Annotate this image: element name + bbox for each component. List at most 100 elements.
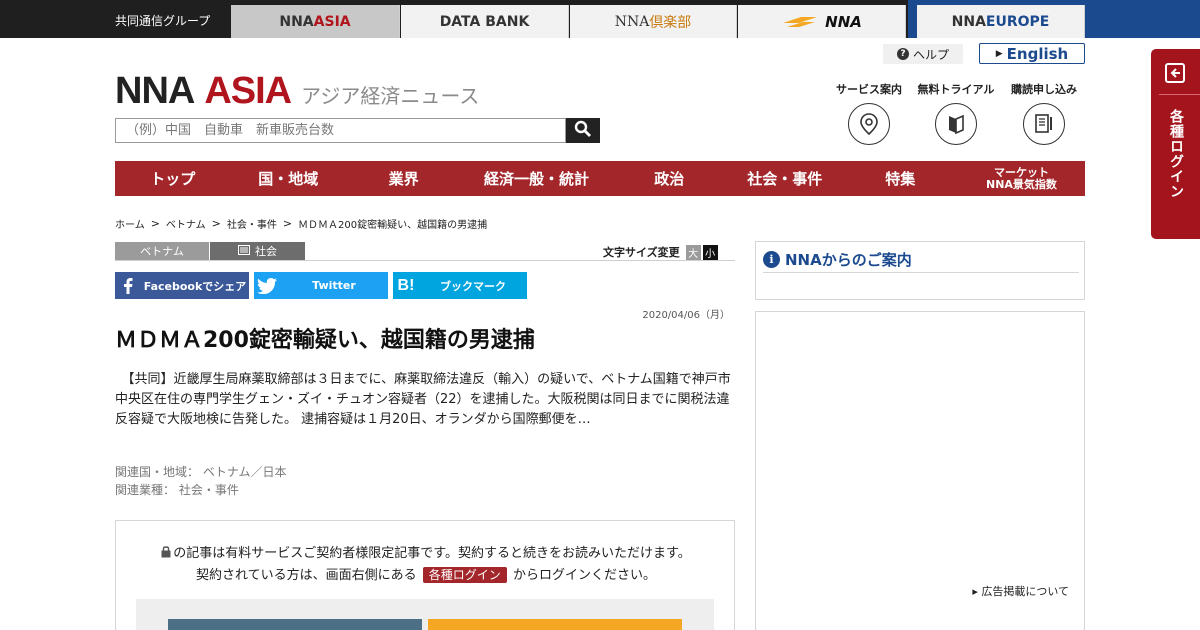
nav-item-top[interactable]: トップ bbox=[115, 161, 230, 196]
login-icon bbox=[1163, 61, 1187, 89]
nav-market-line1: マーケット bbox=[993, 165, 1049, 179]
related-info: 関連国・地域： ベトナム／日本 関連業種： 社会・事件 bbox=[115, 463, 286, 499]
nav-item-politics[interactable]: 政治 bbox=[612, 161, 727, 196]
related-industry: 関連業種： 社会・事件 bbox=[115, 483, 239, 497]
lock-icon bbox=[161, 544, 171, 565]
info-box-title: i NNAからのご案内 bbox=[763, 249, 912, 270]
tab-data-bank[interactable]: DATA BANK bbox=[401, 5, 569, 38]
paywall-message: の記事は有料サービスご契約者様限定記事です。契約すると続きをお読みいただけます。… bbox=[116, 543, 736, 586]
tab-nna-club[interactable]: NNA 倶楽部 bbox=[570, 5, 737, 38]
breadcrumb-category[interactable]: 社会・事件 bbox=[227, 216, 277, 231]
paywall-cta-button-1[interactable] bbox=[168, 619, 422, 630]
nav-item-features[interactable]: 特集 bbox=[842, 161, 957, 196]
paywall-text-2a: 契約されている方は、画面右側にある bbox=[196, 568, 417, 583]
divider bbox=[763, 272, 1079, 273]
paywall-line-1: の記事は有料サービスご契約者様限定記事です。契約すると続きをお読みいただけます。 bbox=[116, 543, 736, 565]
nav-item-economy[interactable]: 経済一般・統計 bbox=[461, 161, 611, 196]
ad-info-link[interactable]: ▸ 広告掲載について bbox=[972, 583, 1069, 599]
facebook-icon bbox=[115, 277, 141, 294]
subscribe-link[interactable]: 購読申し込み bbox=[994, 81, 1094, 145]
free-trial-link[interactable]: 無料トライアル bbox=[906, 81, 1006, 145]
nna-info-box: i NNAからのご案内 bbox=[755, 241, 1085, 300]
font-size-label: 文字サイズ変更 bbox=[603, 246, 680, 259]
breadcrumb-home[interactable]: ホーム bbox=[115, 216, 145, 231]
article-headline: ＭＤＭＡ200錠密輸疑い、越国籍の男逮捕 bbox=[115, 328, 535, 353]
related-region: 関連国・地域： ベトナム／日本 bbox=[115, 465, 287, 479]
logo-subtitle: アジア経済ニュース bbox=[301, 84, 480, 108]
subscribe-label: 購読申し込み bbox=[1011, 83, 1077, 96]
twitter-share-button[interactable]: Twitter bbox=[254, 272, 388, 299]
tag-country[interactable]: ベトナム bbox=[115, 242, 209, 260]
nav-item-market[interactable]: マーケット NNA景気指数 bbox=[958, 161, 1085, 196]
hatena-bookmark-button[interactable]: B! ブックマーク bbox=[393, 272, 527, 299]
nav-market-line2: NNA景気指数 bbox=[985, 177, 1057, 191]
facebook-share-label: Facebookでシェア bbox=[143, 279, 247, 293]
tab-nna-europe[interactable]: NNA EUROPE bbox=[917, 5, 1085, 38]
paywall-box: の記事は有料サービスご契約者様限定記事です。契約すると続きをお読みいただけます。… bbox=[115, 520, 735, 630]
search-bar bbox=[115, 118, 600, 143]
tab-data-bank-label: DATA BANK bbox=[439, 13, 530, 30]
font-size-small-button[interactable]: 小 bbox=[702, 244, 718, 260]
chevron-right-icon: > bbox=[282, 217, 293, 230]
article-body: 【共同】近畿厚生局麻薬取締部は３日までに、麻薬取締法違反（輸入）の疑いで、ベトナ… bbox=[115, 372, 731, 427]
hatena-b-icon: B! bbox=[397, 276, 415, 294]
font-size-large-button[interactable]: 大 bbox=[685, 244, 701, 260]
tab-nna-europe-part2: EUROPE bbox=[985, 13, 1050, 30]
breadcrumb-country[interactable]: ベトナム bbox=[166, 216, 206, 231]
tab-nna-asia-part1: NNA bbox=[279, 13, 314, 30]
hatena-bookmark-label: ブックマーク bbox=[440, 279, 506, 293]
info-box-title-text: NNAからのご案内 bbox=[785, 251, 912, 269]
tab-nna-logo[interactable]: NNA bbox=[738, 5, 906, 38]
group-label: 共同通信グループ bbox=[115, 14, 211, 28]
english-label: English bbox=[1006, 44, 1069, 63]
nav-item-region[interactable]: 国・地域 bbox=[230, 161, 345, 196]
chevron-right-icon: > bbox=[211, 217, 221, 230]
tab-nna-club-part2: 倶楽部 bbox=[649, 14, 692, 31]
chevron-right-icon: > bbox=[150, 217, 160, 230]
side-login-label: 各種ログイン bbox=[1151, 109, 1200, 205]
book-icon bbox=[935, 103, 977, 145]
newspaper-icon bbox=[238, 244, 250, 258]
search-icon bbox=[574, 120, 592, 142]
nav-item-society[interactable]: 社会・事件 bbox=[727, 161, 842, 196]
free-trial-label: 無料トライアル bbox=[917, 83, 995, 96]
service-guide-link[interactable]: サービス案内 bbox=[819, 81, 919, 145]
site-logo[interactable]: NNA ASIA アジア経済ニュース bbox=[115, 70, 479, 113]
site-group-bar: 共同通信グループ NNA ASIA DATA BANK NNA 倶楽部 NNA … bbox=[0, 0, 1200, 38]
paywall-text-2b: からログインください。 bbox=[512, 568, 656, 583]
nna-wing-icon bbox=[781, 14, 819, 30]
tab-nna-europe-part1: NNA bbox=[951, 13, 986, 30]
font-size-control: 文字サイズ変更 大 小 bbox=[603, 244, 718, 260]
info-icon: i bbox=[763, 251, 780, 268]
help-icon: ? bbox=[896, 48, 909, 60]
twitter-bird-icon bbox=[254, 277, 280, 294]
tab-nna-asia[interactable]: NNA ASIA bbox=[231, 5, 400, 38]
search-input[interactable] bbox=[115, 118, 566, 143]
paywall-text-1: の記事は有料サービスご契約者様限定記事です。契約すると続きをお読みいただけます。 bbox=[173, 546, 691, 561]
twitter-share-label: Twitter bbox=[312, 279, 356, 292]
ad-box: ▸ 広告掲載について bbox=[755, 311, 1085, 630]
main-nav: トップ 国・地域 業界 経済一般・統計 政治 社会・事件 特集 マーケット NN… bbox=[115, 161, 1085, 196]
article-date: 2020/04/06（月） bbox=[642, 310, 730, 321]
document-pen-icon bbox=[1023, 103, 1065, 145]
service-guide-label: サービス案内 bbox=[836, 83, 902, 96]
help-button[interactable]: ? ヘルプ bbox=[883, 44, 963, 64]
divider bbox=[1159, 94, 1200, 95]
side-login-tab[interactable]: 各種ログイン bbox=[1151, 49, 1200, 239]
nav-item-industry[interactable]: 業界 bbox=[346, 161, 461, 196]
help-label: ヘルプ bbox=[912, 47, 949, 62]
tab-nna-logo-label: NNA bbox=[825, 12, 862, 31]
tab-nna-asia-part2: ASIA bbox=[313, 13, 351, 30]
paywall-line-2: 契約されている方は、画面右側にある 各種ログイン からログインください。 bbox=[116, 565, 736, 586]
english-button[interactable]: ▶ English bbox=[979, 43, 1085, 64]
search-button[interactable] bbox=[566, 118, 600, 143]
paywall-cta-button-2[interactable] bbox=[428, 619, 682, 630]
facebook-share-button[interactable]: Facebookでシェア bbox=[115, 272, 249, 299]
divider bbox=[115, 260, 735, 261]
breadcrumb: ホーム > ベトナム > 社会・事件 > ＭＤＭＡ200錠密輸疑い、越国籍の男逮… bbox=[115, 216, 487, 231]
logo-asia: ASIA bbox=[204, 70, 292, 112]
triangle-right-icon: ▶ bbox=[995, 48, 1003, 59]
tag-category[interactable]: 社会 bbox=[210, 242, 305, 260]
breadcrumb-current: ＭＤＭＡ200錠密輸疑い、越国籍の男逮捕 bbox=[298, 220, 488, 231]
paywall-login-link[interactable]: 各種ログイン bbox=[422, 567, 507, 583]
